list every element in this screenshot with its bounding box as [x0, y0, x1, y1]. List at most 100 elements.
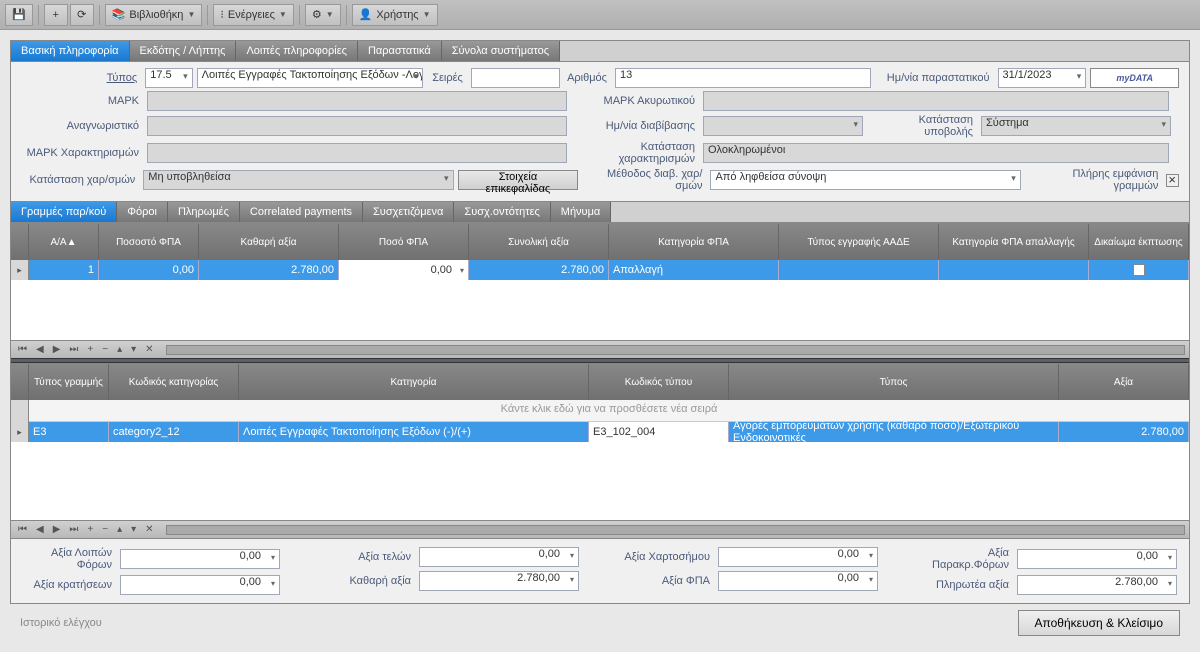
col-type[interactable]: Τύπος: [729, 364, 1059, 400]
history-link[interactable]: Ιστορικό ελέγχου: [20, 617, 102, 629]
actions-button[interactable]: ⁝ Ενέργειες ▼: [213, 4, 293, 26]
add-button[interactable]: +: [44, 4, 68, 26]
cell-vatpct[interactable]: 0,00: [99, 260, 199, 280]
nav-prev-icon[interactable]: ◀: [33, 524, 47, 535]
add-row-icon[interactable]: +: [84, 344, 96, 355]
net-label: Καθαρή αξία: [320, 575, 415, 587]
tab-basic[interactable]: Βασική πληροφορία: [11, 41, 130, 61]
type-desc-field[interactable]: Λοιπές Εγγραφές Τακτοποίησης Εξόδων -Λογ…: [197, 68, 424, 88]
cell-value[interactable]: 2.780,00: [1059, 422, 1189, 442]
tab-issuer[interactable]: Εκδότης / Λήπτης: [130, 41, 237, 61]
subtab-corr[interactable]: Correlated payments: [240, 202, 363, 222]
nav-first-icon[interactable]: ⏮: [15, 344, 30, 355]
tab-docs[interactable]: Παραστατικά: [358, 41, 442, 61]
header-data-button[interactable]: Στοιχεία επικεφαλίδας: [458, 170, 579, 190]
cancel-icon[interactable]: ✕: [142, 344, 156, 355]
subtab-taxes[interactable]: Φόροι: [117, 202, 168, 222]
col-vatcat[interactable]: Κατηγορία ΦΠΑ: [609, 224, 779, 260]
cell-category[interactable]: Λοιπές Εγγραφές Τακτοποίησης Εξόδων (-)/…: [239, 422, 589, 442]
type-label[interactable]: Τύπος: [21, 72, 141, 84]
nav-next-icon[interactable]: ▶: [50, 524, 64, 535]
move-up-icon[interactable]: ▴: [114, 344, 125, 355]
settings-button[interactable]: ⚙ ▼: [305, 4, 341, 26]
mydata-button[interactable]: myDATA: [1090, 68, 1179, 88]
scrollbar[interactable]: [166, 345, 1185, 355]
remove-row-icon[interactable]: −: [99, 524, 111, 535]
paratax-field[interactable]: 0,00: [1017, 549, 1177, 569]
col-catcode[interactable]: Κωδικός κατηγορίας: [109, 364, 239, 400]
col-total[interactable]: Συνολική αξία: [469, 224, 609, 260]
subtab-message[interactable]: Μήνυμα: [551, 202, 612, 222]
cancel-icon[interactable]: ✕: [142, 524, 156, 535]
move-down-icon[interactable]: ▾: [128, 344, 139, 355]
add-row-icon[interactable]: +: [84, 524, 96, 535]
cell-catcode[interactable]: category2_12: [109, 422, 239, 442]
nav-last-icon[interactable]: ⏭: [66, 524, 81, 535]
cell-deduct[interactable]: [1089, 260, 1189, 280]
cell-vatcat[interactable]: Απαλλαγή: [609, 260, 779, 280]
lines-grid-row[interactable]: ▸ 1 0,00 2.780,00 0,00▾ 2.780,00 Απαλλαγ…: [11, 260, 1189, 280]
library-button[interactable]: 📚 Βιβλιοθήκη ▼: [105, 4, 203, 26]
class-grid-row[interactable]: ▸ E3 category2_12 Λοιπές Εγγραφές Τακτοπ…: [11, 422, 1189, 442]
col-aa[interactable]: Α/Α ▲: [29, 224, 99, 260]
nav-prev-icon[interactable]: ◀: [33, 344, 47, 355]
cell-linetype[interactable]: E3: [29, 422, 109, 442]
net-field[interactable]: 2.780,00: [419, 571, 579, 591]
col-vatpct[interactable]: Ποσοστό ΦΠΑ: [99, 224, 199, 260]
col-vatexemp[interactable]: Κατηγορία ΦΠΑ απαλλαγής: [939, 224, 1089, 260]
nav-first-icon[interactable]: ⏮: [15, 524, 30, 535]
series-field[interactable]: [471, 68, 560, 88]
docdate-label: Ημ/νία παραστατικού: [875, 72, 993, 84]
col-vatamt[interactable]: Ποσό ΦΠΑ: [339, 224, 469, 260]
vat-field[interactable]: 0,00: [718, 571, 878, 591]
tab-totals[interactable]: Σύνολα συστήματος: [442, 41, 560, 61]
fees-field[interactable]: 0,00: [419, 547, 579, 567]
cell-typecode[interactable]: E3_102_004: [589, 422, 729, 442]
cell-total[interactable]: 2.780,00: [469, 260, 609, 280]
fulllines-checkbox[interactable]: [1166, 174, 1179, 187]
deduct-checkbox[interactable]: [1133, 264, 1145, 276]
col-net[interactable]: Καθαρή αξία: [199, 224, 339, 260]
col-category[interactable]: Κατηγορία: [239, 364, 589, 400]
method-field[interactable]: Από ληφθείσα σύνοψη: [710, 170, 1020, 190]
cell-aade[interactable]: [779, 260, 939, 280]
cell-vatamt[interactable]: 0,00▾: [339, 260, 469, 280]
cell-aa[interactable]: 1: [29, 260, 99, 280]
col-value[interactable]: Αξία: [1059, 364, 1189, 400]
col-linetype[interactable]: Τύπος γραμμής: [29, 364, 109, 400]
payable-field[interactable]: 2.780,00: [1017, 575, 1177, 595]
refresh-button[interactable]: ⟳: [70, 4, 94, 26]
nav-next-icon[interactable]: ▶: [50, 344, 64, 355]
subtab-lines[interactable]: Γραμμές παρ/κού: [11, 202, 117, 222]
other-taxes-field[interactable]: 0,00: [120, 549, 280, 569]
new-row-placeholder[interactable]: Κάντε κλικ εδώ για να προσθέσετε νέα σει…: [29, 400, 1189, 422]
docdate-field[interactable]: 31/1/2023: [998, 68, 1087, 88]
scrollbar[interactable]: [166, 525, 1185, 535]
number-field[interactable]: 13: [615, 68, 871, 88]
subtab-related[interactable]: Συσχετιζόμενα: [363, 202, 454, 222]
col-aade[interactable]: Τύπος εγγραφής ΑΑΔΕ: [779, 224, 939, 260]
cell-type[interactable]: Αγορές εμπορευμάτων χρήσης (καθαρό ποσό)…: [729, 422, 1059, 442]
cell-net[interactable]: 2.780,00: [199, 260, 339, 280]
other-taxes-label: Αξία Λοιπών Φόρων: [21, 547, 116, 571]
move-up-icon[interactable]: ▴: [114, 524, 125, 535]
main-content: Βασική πληροφορία Εκδότης / Λήπτης Λοιπέ…: [0, 30, 1200, 652]
series-label: Σειρές: [427, 72, 466, 84]
save-close-button[interactable]: Αποθήκευση & Κλείσιμο: [1018, 610, 1180, 636]
subtab-relents[interactable]: Συσχ.οντότητες: [454, 202, 550, 222]
col-deduct[interactable]: Δικαίωμα έκπτωσης: [1089, 224, 1189, 260]
transdate-label: Ημ/νία διαβίβασης: [571, 120, 699, 132]
tab-other[interactable]: Λοιπές πληροφορίες: [236, 41, 358, 61]
id-label: Αναγνωριστικό: [21, 120, 143, 132]
type-code-field[interactable]: 17.5: [145, 68, 192, 88]
stamp-field[interactable]: 0,00: [718, 547, 878, 567]
remove-row-icon[interactable]: −: [99, 344, 111, 355]
col-typecode[interactable]: Κωδικός τύπου: [589, 364, 729, 400]
move-down-icon[interactable]: ▾: [128, 524, 139, 535]
save-icon[interactable]: 💾: [5, 4, 33, 26]
cell-vatexemp[interactable]: [939, 260, 1089, 280]
subtab-payments[interactable]: Πληρωμές: [168, 202, 240, 222]
nav-last-icon[interactable]: ⏭: [66, 344, 81, 355]
withhold-field[interactable]: 0,00: [120, 575, 280, 595]
user-button[interactable]: 👤 Χρήστης ▼: [352, 4, 438, 26]
